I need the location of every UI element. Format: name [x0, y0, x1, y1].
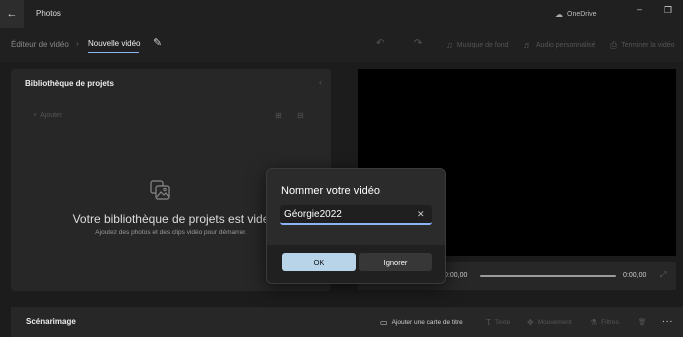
back-button[interactable]: ← [0, 0, 24, 28]
add-title-card-button[interactable]: ▭ Ajouter une carte de titre [380, 318, 463, 327]
minimize-icon[interactable]: – [637, 4, 642, 14]
plus-icon: + [33, 112, 38, 119]
more-options-button[interactable]: ... [662, 314, 673, 325]
custom-audio-button[interactable]: ♬ Audio personnalisé [523, 40, 596, 50]
photos-stack-icon [150, 180, 170, 200]
breadcrumb-current: Nouvelle vidéo [88, 39, 141, 48]
music-note-icon: ♫ [446, 40, 453, 50]
library-title: Bibliothèque de projets [25, 79, 114, 88]
breadcrumb-root[interactable]: Éditeur de vidéo [11, 40, 69, 49]
finish-video-button[interactable]: ⎙ Terminer la vidéo [610, 40, 675, 51]
clear-icon[interactable]: ✕ [417, 209, 425, 220]
background-music-button[interactable]: ♫ Musique de fond [446, 40, 509, 50]
add-button[interactable]: + Ajouter [33, 112, 62, 119]
filters-icon: ⚗ [590, 318, 598, 327]
text-button[interactable]: Ꚍ Texte [486, 318, 510, 327]
onedrive-label: OneDrive [567, 11, 597, 18]
chevron-right-icon: › [76, 39, 79, 48]
background-music-label: Musique de fond [456, 41, 509, 49]
filters-button[interactable]: ⚗ Filtres [590, 318, 619, 327]
text-icon: Ꚍ [486, 318, 491, 327]
add-label: Ajouter [40, 112, 63, 119]
seek-bar[interactable] [480, 275, 616, 277]
back-arrow-icon: ← [6, 8, 18, 20]
trash-icon[interactable]: 🗑︎ [638, 318, 646, 326]
finish-video-label: Terminer la vidéo [621, 42, 675, 49]
audio-icon: ♬ [523, 40, 532, 50]
grid-view-icon[interactable]: ⊞ [275, 111, 282, 120]
add-title-card-label: Ajouter une carte de titre [391, 319, 463, 326]
chevron-left-icon[interactable]: ‹ [319, 77, 322, 87]
current-time: 0:00,00 [444, 272, 468, 279]
fullscreen-icon[interactable]: ⤢ [660, 270, 666, 280]
editor-toolbar: Éditeur de vidéo › Nouvelle vidéo ✎ ↶ ↷ … [0, 30, 683, 62]
onedrive-button[interactable]: ☁ OneDrive [555, 10, 597, 19]
total-time: 0:00,00 [623, 272, 647, 279]
title-card-icon: ▭ [380, 318, 388, 327]
undo-icon[interactable]: ↶ [376, 38, 384, 49]
custom-audio-label: Audio personnalisé [536, 41, 596, 49]
motion-button[interactable]: ✥ Mouvement [527, 318, 572, 327]
ok-button[interactable]: OK [282, 253, 356, 271]
ignore-button[interactable]: Ignorer [359, 253, 432, 271]
breadcrumb-underline [88, 52, 139, 53]
list-view-icon[interactable]: ⊟ [297, 111, 304, 120]
app-title: Photos [36, 9, 61, 18]
storyboard-title: Scénarimage [26, 317, 76, 326]
title-bar: ← Photos ☁ OneDrive – ❐ [0, 0, 683, 30]
cloud-icon: ☁ [555, 10, 563, 19]
dialog-title: Nommer votre vidéo [281, 185, 381, 197]
restore-icon[interactable]: ❐ [664, 5, 672, 16]
name-video-dialog: Nommer votre vidéo ✕ OK Ignorer [266, 168, 446, 284]
storyboard-bar [11, 307, 683, 337]
redo-icon[interactable]: ↷ [414, 38, 422, 49]
motion-icon: ✥ [527, 318, 534, 327]
export-icon: ⎙ [610, 40, 618, 50]
video-name-input[interactable] [280, 205, 432, 225]
filters-label: Filtres [601, 319, 619, 326]
text-label: Texte [494, 319, 511, 326]
pencil-icon[interactable]: ✎ [153, 36, 162, 49]
motion-label: Mouvement [537, 319, 572, 326]
